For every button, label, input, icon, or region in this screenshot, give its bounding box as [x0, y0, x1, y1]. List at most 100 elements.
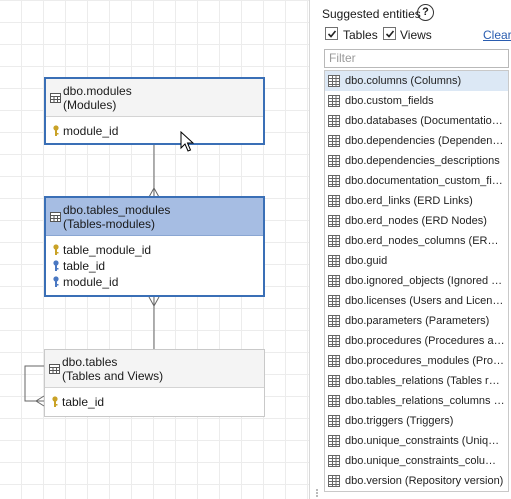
table-icon	[328, 195, 340, 207]
entity-caption: (Tables and Views)	[62, 369, 164, 383]
primary-key-icon	[53, 125, 59, 136]
views-label[interactable]: Views	[400, 28, 432, 42]
entity-caption: (Modules)	[63, 98, 117, 112]
field-row[interactable]: module_id	[52, 123, 257, 139]
list-item[interactable]: dbo.unique_constraints (Unique constrain…	[325, 431, 508, 451]
table-icon	[328, 275, 340, 287]
list-item[interactable]: dbo.procedures (Procedures and functions…	[325, 331, 508, 351]
list-item-label: dbo.dependencies_descriptions	[345, 155, 500, 167]
entity-name: dbo.tables_modules	[63, 203, 171, 217]
field-name: module_id	[63, 275, 119, 289]
primary-key-icon	[52, 396, 58, 407]
list-item[interactable]: dbo.erd_nodes (ERD Nodes)	[325, 211, 508, 231]
primary-key-icon	[53, 244, 59, 255]
list-item[interactable]: dbo.version (Repository version)	[325, 471, 508, 491]
list-item-label: dbo.unique_constraints_columns (Unique c…	[345, 455, 505, 467]
field-row[interactable]: table_id	[51, 394, 258, 410]
list-item[interactable]: dbo.erd_links (ERD Links)	[325, 191, 508, 211]
entity-list[interactable]: dbo.columns (Columns) dbo.custom_fieldsdb…	[324, 70, 509, 492]
table-icon	[328, 175, 340, 187]
table-icon	[328, 295, 340, 307]
table-icon	[49, 364, 60, 374]
entity-name: dbo.tables	[62, 355, 118, 369]
clear-link[interactable]: Clear	[483, 28, 511, 42]
entity-header: dbo.tables_modules (Tables-modules)	[46, 198, 263, 236]
entity-header: dbo.modules (Modules)	[46, 79, 263, 117]
field-row[interactable]: module_id	[52, 274, 257, 290]
list-item-label: dbo.databases (Documentations)	[345, 115, 505, 127]
entity-caption: (Tables-modules)	[63, 217, 156, 231]
list-item-label: dbo.dependencies (Dependencies)	[345, 135, 505, 147]
list-item[interactable]: dbo.licenses (Users and Licenses)	[325, 291, 508, 311]
entity-tables[interactable]: dbo.tables (Tables and Views) table_id	[44, 349, 265, 417]
list-item-label: dbo.licenses (Users and Licenses)	[345, 295, 505, 307]
field-name: module_id	[63, 124, 119, 138]
views-checkbox[interactable]	[383, 27, 396, 40]
list-item[interactable]: dbo.dependencies_descriptions	[325, 151, 508, 171]
entity-modules[interactable]: dbo.modules (Modules) module_id	[44, 77, 265, 145]
panel-title: Suggested entities	[322, 7, 421, 21]
foreign-key-icon	[53, 276, 59, 287]
resize-grip-icon[interactable]	[316, 488, 318, 498]
table-icon	[50, 212, 61, 222]
field-row[interactable]: table_id	[52, 258, 257, 274]
list-item-label: dbo.custom_fields	[345, 95, 434, 107]
list-item-label: dbo.erd_nodes (ERD Nodes)	[345, 215, 487, 227]
suggested-entities-panel: Suggested entities ? Tables Views Clear …	[310, 0, 511, 499]
entity-header: dbo.tables (Tables and Views)	[45, 350, 264, 388]
list-item[interactable]: dbo.databases (Documentations)	[325, 111, 508, 131]
list-item-label: dbo.documentation_custom_fields	[345, 175, 505, 187]
table-icon	[328, 135, 340, 147]
entity-tables-modules[interactable]: dbo.tables_modules (Tables-modules) tabl…	[44, 196, 265, 297]
filter-input[interactable]: Filter	[324, 49, 509, 68]
table-icon	[328, 255, 340, 267]
table-icon	[328, 335, 340, 347]
list-item[interactable]: dbo.documentation_custom_fields	[325, 171, 508, 191]
checkmark-icon	[385, 30, 395, 38]
list-item[interactable]: dbo.triggers (Triggers)	[325, 411, 508, 431]
list-item[interactable]: dbo.unique_constraints_columns (Unique c…	[325, 451, 508, 471]
list-item-label: dbo.erd_links (ERD Links)	[345, 195, 473, 207]
tables-label[interactable]: Tables	[343, 28, 378, 42]
tables-checkbox[interactable]	[325, 27, 338, 40]
table-icon	[328, 235, 340, 247]
table-icon	[328, 435, 340, 447]
list-item[interactable]: dbo.tables_relations (Tables relations)	[325, 371, 508, 391]
field-name: table_id	[63, 259, 106, 273]
list-item[interactable]: dbo.erd_nodes_columns (ERD Nodes Columns…	[325, 231, 508, 251]
list-item-label: dbo.unique_constraints (Unique constrain…	[345, 435, 505, 447]
table-icon	[328, 215, 340, 227]
list-item-label: dbo.tables_relations_columns (Tables rel…	[345, 395, 505, 407]
list-item[interactable]: dbo.procedures_modules (Procedures-modul…	[325, 351, 508, 371]
list-item[interactable]: dbo.dependencies (Dependencies)	[325, 131, 508, 151]
field-row[interactable]: table_module_id	[52, 242, 257, 258]
table-icon	[328, 395, 340, 407]
table-icon	[328, 155, 340, 167]
list-item-label: dbo.guid	[345, 255, 388, 267]
mouse-cursor-icon	[180, 131, 194, 152]
table-icon	[328, 315, 340, 327]
list-item-label: dbo.procedures (Procedures and functions…	[345, 335, 505, 347]
list-item-label: dbo.tables_relations (Tables relations)	[345, 375, 505, 387]
table-icon	[328, 475, 340, 487]
list-item[interactable]: dbo.custom_fields	[325, 91, 508, 111]
list-item-label: dbo.columns (Columns)	[345, 75, 462, 87]
list-item-label: dbo.parameters (Parameters)	[345, 315, 490, 327]
erd-canvas[interactable]: dbo.modules (Modules) module_id dbo.tabl…	[0, 0, 309, 499]
list-item-label: dbo.version (Repository version)	[345, 475, 504, 487]
table-icon	[328, 455, 340, 467]
help-icon[interactable]: ?	[417, 4, 434, 21]
table-icon	[50, 93, 61, 103]
list-item[interactable]: dbo.parameters (Parameters)	[325, 311, 508, 331]
list-item[interactable]: dbo.columns (Columns)	[325, 71, 508, 91]
list-item[interactable]: dbo.guid	[325, 251, 508, 271]
list-item-label: dbo.ignored_objects (Ignored objects)	[345, 275, 505, 287]
foreign-key-icon	[53, 260, 59, 271]
table-icon	[328, 415, 340, 427]
list-item-label: dbo.triggers (Triggers)	[345, 415, 454, 427]
list-item[interactable]: dbo.ignored_objects (Ignored objects)	[325, 271, 508, 291]
list-item[interactable]: dbo.tables_relations_columns (Tables rel…	[325, 391, 508, 411]
list-item-label: dbo.erd_nodes_columns (ERD Nodes Columns…	[345, 235, 505, 247]
table-icon	[328, 95, 340, 107]
entity-name: dbo.modules	[63, 84, 132, 98]
